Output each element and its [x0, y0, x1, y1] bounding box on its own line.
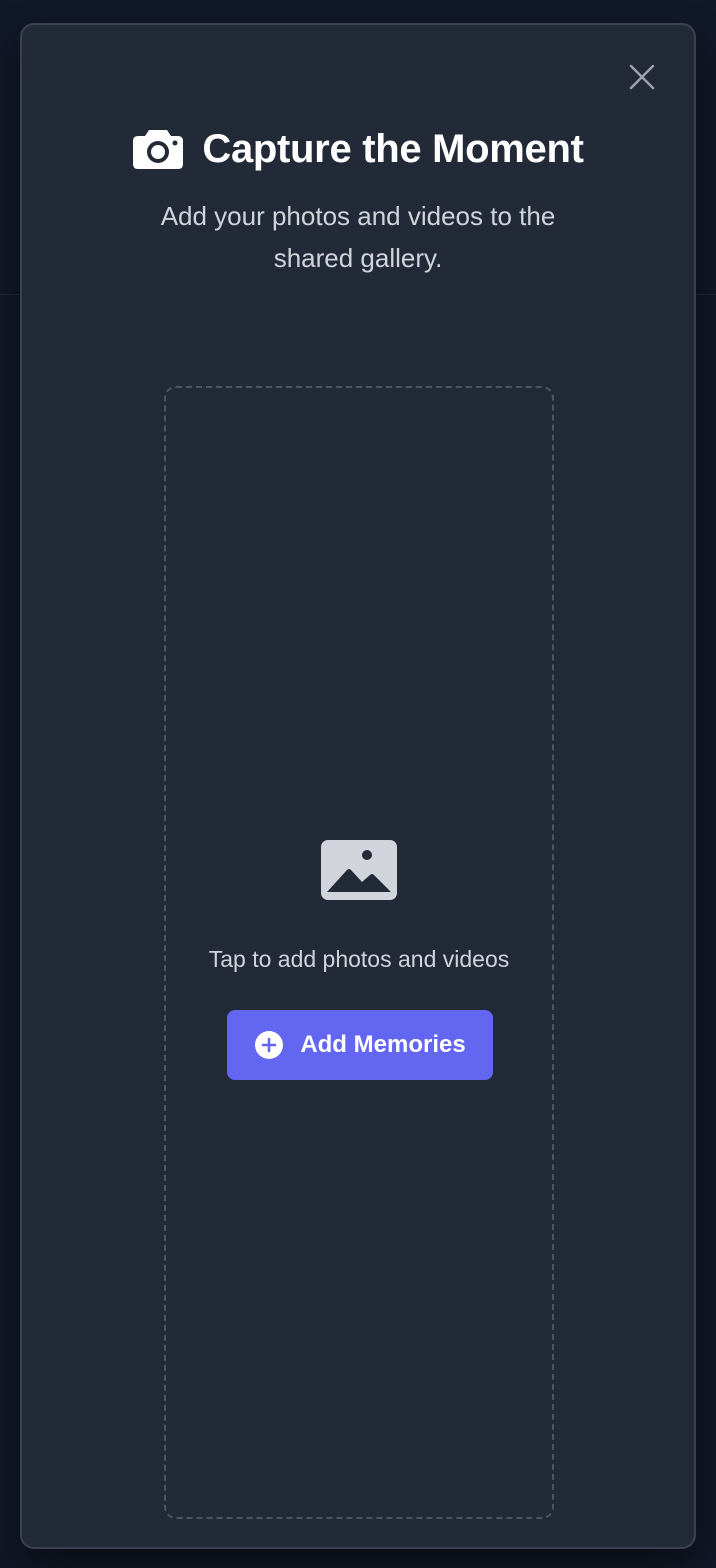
modal-title: Capture the Moment: [202, 126, 584, 171]
add-memories-label: Add Memories: [300, 1031, 466, 1058]
dropzone-hint: Tap to add photos and videos: [208, 946, 510, 972]
close-icon: [629, 64, 655, 90]
modal-header: Capture the Moment Add your photos and v…: [22, 125, 694, 279]
camera-icon: [133, 130, 184, 169]
close-button[interactable]: [624, 59, 660, 95]
modal-subtitle: Add your photos and videos to the shared…: [160, 201, 556, 273]
image-icon: [321, 840, 397, 900]
title-row: Capture the Moment: [22, 125, 694, 173]
upload-modal: Capture the Moment Add your photos and v…: [20, 23, 696, 1549]
add-memories-button[interactable]: Add Memories: [227, 1010, 493, 1080]
plus-circle-icon: [255, 1031, 284, 1059]
upload-dropzone[interactable]: Tap to add photos and videos Add Memorie…: [164, 386, 554, 1519]
